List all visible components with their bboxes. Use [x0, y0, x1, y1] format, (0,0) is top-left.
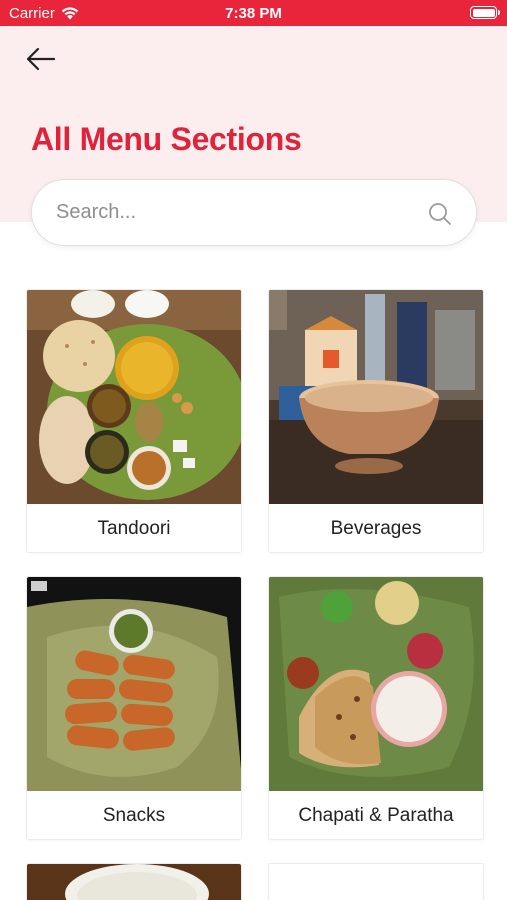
search-icon[interactable] [428, 202, 452, 226]
section-card-snacks[interactable]: Snacks [26, 576, 242, 840]
status-time: 7:38 PM [225, 5, 282, 22]
snacks-image [27, 577, 241, 791]
section-card-partial-right[interactable] [268, 863, 484, 900]
section-label: Beverages [330, 518, 422, 539]
section-card-chapati-paratha[interactable]: Chapati & Paratha [268, 576, 484, 840]
search-bar[interactable] [31, 179, 477, 246]
partial-image-left [27, 864, 241, 900]
tandoori-image [27, 290, 241, 504]
battery-icon [470, 6, 500, 19]
section-label: Chapati & Paratha [298, 805, 454, 826]
chapati-paratha-image [269, 577, 483, 791]
section-card-tandoori[interactable]: Tandoori [26, 289, 242, 553]
search-input[interactable] [56, 180, 426, 245]
back-button[interactable] [24, 44, 58, 74]
partial-image-right [269, 864, 483, 900]
status-bar: Carrier 7:38 PM [0, 0, 507, 26]
section-label: Snacks [102, 805, 166, 826]
page-title: All Menu Sections [31, 121, 302, 157]
arrow-left-icon [24, 44, 58, 74]
beverages-image [269, 290, 483, 504]
section-label: Tandoori [97, 518, 171, 539]
section-card-beverages[interactable]: Beverages [268, 289, 484, 553]
section-card-partial-left[interactable] [26, 863, 242, 900]
